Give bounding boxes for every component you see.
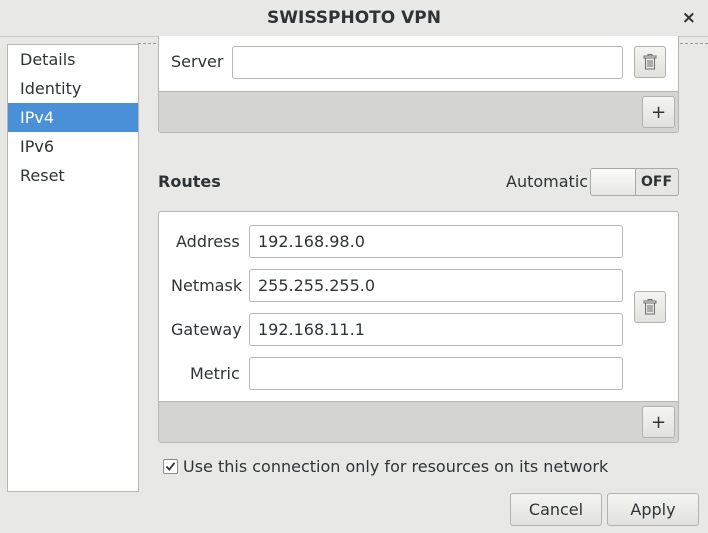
plus-icon: + [650,411,667,433]
switch-state: OFF [640,174,673,190]
dns-footer: + [159,91,678,132]
check-icon [165,462,176,471]
gateway-input[interactable] [249,313,623,346]
sidebar: Details Identity IPv4 IPv6 Reset [7,44,139,492]
plus-icon: + [650,101,667,123]
only-resources-checkbox[interactable] [163,459,178,474]
sidebar-item-ipv6[interactable]: IPv6 [8,132,138,161]
routes-footer: + [159,401,678,442]
sidebar-item-identity[interactable]: Identity [8,74,138,103]
dns-frame: Server + [158,36,679,133]
delete-server-button[interactable] [634,46,666,78]
trash-icon [643,54,657,70]
server-input[interactable] [232,46,623,79]
routes-frame: Address Netmask Gateway Metric + [158,211,679,443]
routes-title: Routes [158,172,221,191]
add-dns-button[interactable]: + [642,96,675,128]
only-resources-label: Use this connection only for resources o… [183,457,609,476]
sidebar-item-reset[interactable]: Reset [8,161,138,190]
add-route-button[interactable]: + [642,406,675,438]
sidebar-item-details[interactable]: Details [8,45,138,74]
address-label: Address [176,232,240,251]
sidebar-item-ipv4[interactable]: IPv4 [8,103,138,132]
title-bar: SWISSPHOTO VPN × [0,0,708,37]
netmask-label: Netmask [171,276,243,295]
metric-label: Metric [190,364,240,383]
automatic-switch[interactable]: OFF [590,168,679,196]
address-input[interactable] [249,225,623,258]
server-label: Server [171,52,224,71]
netmask-input[interactable] [249,269,623,302]
apply-button[interactable]: Apply [607,493,699,526]
window-title: SWISSPHOTO VPN [267,8,441,28]
cancel-button[interactable]: Cancel [510,493,602,526]
automatic-label: Automatic [506,172,589,191]
close-icon[interactable]: × [682,8,696,28]
switch-knob [591,169,636,195]
gateway-label: Gateway [171,320,242,339]
trash-icon [643,299,657,315]
delete-route-button[interactable] [634,291,666,323]
metric-input[interactable] [249,357,623,390]
